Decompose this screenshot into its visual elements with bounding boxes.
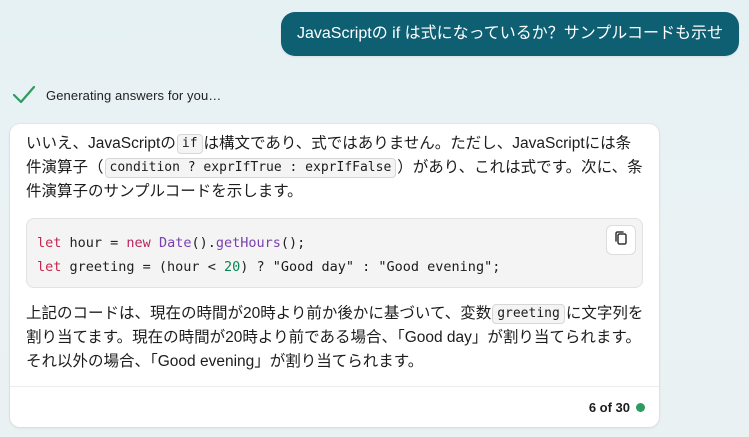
code-string: "Good evening" — [378, 259, 493, 275]
response-count: 6 of 30 — [589, 400, 645, 415]
code-keyword: new — [126, 235, 151, 251]
inline-code-ternary: condition ? exprIfTrue : exprIfFalse — [104, 158, 397, 178]
generation-status: Generating answers for you… — [12, 84, 221, 106]
code-function: getHours — [215, 235, 281, 251]
code-text: greeting = (hour < — [61, 259, 224, 275]
code-lines: let hour = new Date().getHours(); let gr… — [37, 231, 500, 279]
checkmark-icon — [12, 84, 36, 106]
intro-text-1: いいえ、JavaScriptの — [26, 135, 176, 152]
status-text: Generating answers for you… — [46, 87, 222, 103]
status-dot-icon — [636, 403, 645, 412]
inline-code-greeting: greeting — [492, 304, 565, 324]
code-line-1: let hour = new Date().getHours(); — [37, 235, 305, 251]
code-text: (). — [191, 235, 216, 251]
copy-icon — [613, 230, 629, 251]
answer-card: いいえ、JavaScriptの if は構文であり、式ではありません。ただし、Jav… — [10, 124, 659, 427]
user-message-bubble: JavaScriptの if は式になっているか？サンプルコードも示せ — [281, 12, 739, 56]
code-block: let hour = new Date().getHours(); let gr… — [26, 218, 643, 288]
code-keyword: let — [37, 235, 62, 251]
inline-code-if: if — [176, 134, 203, 154]
code-string: "Good day" — [272, 259, 355, 275]
code-text: ; — [492, 259, 501, 275]
code-text: (); — [280, 235, 306, 251]
code-text: : — [354, 259, 379, 275]
code-text: hour = — [61, 235, 127, 251]
explanation-text-1: 上記のコードは、現在の時間が20時より前か後かに基づいて、変数 — [26, 305, 492, 322]
card-divider — [10, 386, 659, 387]
user-message-text: JavaScriptの if は式になっているか？サンプルコードも示せ — [297, 25, 723, 42]
response-count-text: 6 of 30 — [588, 400, 630, 415]
code-text: ) ? — [240, 259, 273, 275]
code-keyword: let — [37, 259, 62, 275]
answer-intro-paragraph: いいえ、JavaScriptの if は構文であり、式ではありません。ただし、Jav… — [26, 132, 646, 204]
code-number: 20 — [223, 259, 241, 275]
answer-explanation-paragraph: 上記のコードは、現在の時間が20時より前か後かに基づいて、変数 greeting に… — [26, 302, 646, 374]
copy-code-button[interactable] — [606, 225, 636, 255]
code-function: Date — [158, 235, 192, 251]
code-line-2: let greeting = (hour < 20) ? "Good day" … — [37, 259, 500, 275]
